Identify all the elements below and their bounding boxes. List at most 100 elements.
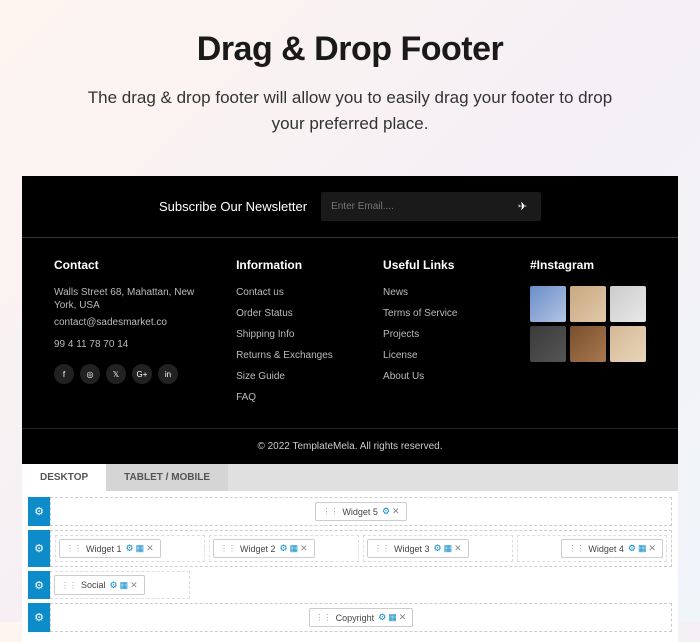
newsletter-input-group: ✈ [321, 192, 541, 221]
drag-icon: ⋮⋮ [568, 544, 584, 553]
widget-label: Widget 1 [86, 544, 122, 554]
close-icon[interactable]: ✕ [648, 543, 656, 554]
drag-icon: ⋮⋮ [61, 581, 77, 590]
builder-row: ⚙ ⋮⋮ Widget 5 ⚙✕ [28, 497, 672, 526]
useful-link[interactable]: About Us [383, 370, 500, 383]
contact-address: Walls Street 68, Mahattan, New York, USA [54, 286, 206, 312]
row-settings-button[interactable]: ⚙ [28, 571, 50, 599]
widget-chip[interactable]: ⋮⋮ Widget 2 ⚙▦✕ [213, 539, 315, 558]
widget-chip[interactable]: ⋮⋮ Widget 1 ⚙▦✕ [59, 539, 161, 558]
duplicate-icon[interactable]: ▦ [388, 612, 397, 623]
widget-label: Widget 4 [588, 544, 624, 554]
instagram-thumb[interactable] [530, 286, 566, 322]
close-icon[interactable]: ✕ [146, 543, 154, 554]
contact-phone: 99 4 11 78 70 14 [54, 339, 206, 350]
copyright-text: © 2022 TemplateMela. All rights reserved… [22, 428, 678, 464]
twitter-icon[interactable]: 𝕏 [106, 364, 126, 384]
duplicate-icon[interactable]: ▦ [290, 543, 299, 554]
gear-icon[interactable]: ⚙ [378, 612, 386, 623]
widget-chip[interactable]: ⋮⋮ Widget 4 ⚙▦✕ [561, 539, 663, 558]
widget-chip[interactable]: ⋮⋮ Copyright⚙▦✕ [309, 608, 414, 627]
row-settings-button[interactable]: ⚙ [28, 603, 50, 632]
duplicate-icon[interactable]: ▦ [444, 543, 453, 554]
gear-icon[interactable]: ⚙ [382, 506, 390, 517]
drag-icon: ⋮⋮ [220, 544, 236, 553]
gear-icon[interactable]: ⚙ [434, 543, 442, 554]
instagram-icon[interactable]: ◎ [80, 364, 100, 384]
footer-col-contact: Contact Walls Street 68, Mahattan, New Y… [54, 258, 206, 412]
footer-col-information: Information Contact us Order Status Ship… [236, 258, 353, 412]
newsletter-submit-button[interactable]: ✈ [504, 192, 541, 221]
duplicate-icon[interactable]: ▦ [638, 543, 647, 554]
widget-label: Widget 3 [394, 544, 430, 554]
close-icon[interactable]: ✕ [130, 580, 138, 591]
footer-col-instagram: #Instagram [530, 258, 646, 412]
footer-col-useful: Useful Links News Terms of Service Proje… [383, 258, 500, 412]
info-link[interactable]: Size Guide [236, 370, 353, 383]
drag-icon: ⋮⋮ [322, 507, 338, 516]
gear-icon[interactable]: ⚙ [628, 543, 636, 554]
useful-link[interactable]: News [383, 286, 500, 299]
send-icon: ✈ [518, 201, 527, 213]
close-icon[interactable]: ✕ [300, 543, 308, 554]
gear-icon[interactable]: ⚙ [110, 580, 118, 591]
row-settings-button[interactable]: ⚙ [28, 497, 50, 526]
row-settings-button[interactable]: ⚙ [28, 530, 50, 567]
widget-label: Social [81, 580, 106, 590]
device-tabs: DESKTOP TABLET / MOBILE [22, 464, 678, 491]
tab-desktop[interactable]: DESKTOP [22, 464, 106, 491]
information-heading: Information [236, 258, 353, 272]
widget-chip[interactable]: ⋮⋮ Widget 3 ⚙▦✕ [367, 539, 469, 558]
useful-link[interactable]: Projects [383, 328, 500, 341]
googleplus-icon[interactable]: G+ [132, 364, 152, 384]
gear-icon: ⚙ [34, 505, 44, 518]
instagram-heading: #Instagram [530, 258, 646, 272]
page-title: Drag & Drop Footer [50, 30, 650, 69]
instagram-thumb[interactable] [570, 286, 606, 322]
info-link[interactable]: Contact us [236, 286, 353, 299]
gear-icon: ⚙ [34, 611, 44, 624]
duplicate-icon[interactable]: ▦ [120, 580, 129, 591]
gear-icon: ⚙ [34, 579, 44, 592]
widget-label: Widget 2 [240, 544, 276, 554]
instagram-thumb[interactable] [610, 286, 646, 322]
linkedin-icon[interactable]: in [158, 364, 178, 384]
gear-icon[interactable]: ⚙ [280, 543, 288, 554]
drag-icon: ⋮⋮ [316, 613, 332, 622]
newsletter-bar: Subscribe Our Newsletter ✈ [22, 176, 678, 238]
widget-label: Widget 5 [342, 507, 378, 517]
useful-link[interactable]: License [383, 349, 500, 362]
instagram-thumb[interactable] [530, 326, 566, 362]
useful-heading: Useful Links [383, 258, 500, 272]
close-icon[interactable]: ✕ [392, 506, 400, 517]
facebook-icon[interactable]: f [54, 364, 74, 384]
newsletter-label: Subscribe Our Newsletter [159, 199, 307, 214]
builder-row: ⚙ ⋮⋮Copyright⚙▦✕ [28, 603, 672, 632]
newsletter-email-input[interactable] [321, 193, 504, 220]
gear-icon: ⚙ [34, 542, 44, 555]
widget-chip[interactable]: ⋮⋮ Widget 5 ⚙✕ [315, 502, 406, 521]
builder-row: ⚙ ⋮⋮Widget 1⚙▦✕ ⋮⋮Widget 2⚙▦✕ ⋮⋮Widget 3… [28, 530, 672, 567]
close-icon[interactable]: ✕ [454, 543, 462, 554]
page-subtitle: The drag & drop footer will allow you to… [80, 85, 620, 136]
widget-label: Copyright [336, 613, 375, 623]
instagram-thumb[interactable] [610, 326, 646, 362]
builder-row: ⚙ ⋮⋮Social⚙▦✕ [28, 571, 672, 599]
info-link[interactable]: Order Status [236, 307, 353, 320]
drag-icon: ⋮⋮ [374, 544, 390, 553]
info-link[interactable]: FAQ [236, 391, 353, 404]
contact-email: contact@sadesmarket.co [54, 316, 206, 329]
contact-heading: Contact [54, 258, 206, 272]
close-icon[interactable]: ✕ [399, 612, 407, 623]
footer-preview: Subscribe Our Newsletter ✈ Contact Walls… [22, 176, 678, 464]
info-link[interactable]: Returns & Exchanges [236, 349, 353, 362]
useful-link[interactable]: Terms of Service [383, 307, 500, 320]
drag-icon: ⋮⋮ [66, 544, 82, 553]
gear-icon[interactable]: ⚙ [126, 543, 134, 554]
instagram-thumb[interactable] [570, 326, 606, 362]
duplicate-icon[interactable]: ▦ [136, 543, 145, 554]
info-link[interactable]: Shipping Info [236, 328, 353, 341]
widget-chip[interactable]: ⋮⋮ Social ⚙▦✕ [54, 575, 145, 595]
footer-builder: DESKTOP TABLET / MOBILE ⚙ ⋮⋮ Widget 5 ⚙✕… [22, 464, 678, 642]
tab-tablet-mobile[interactable]: TABLET / MOBILE [106, 464, 228, 491]
